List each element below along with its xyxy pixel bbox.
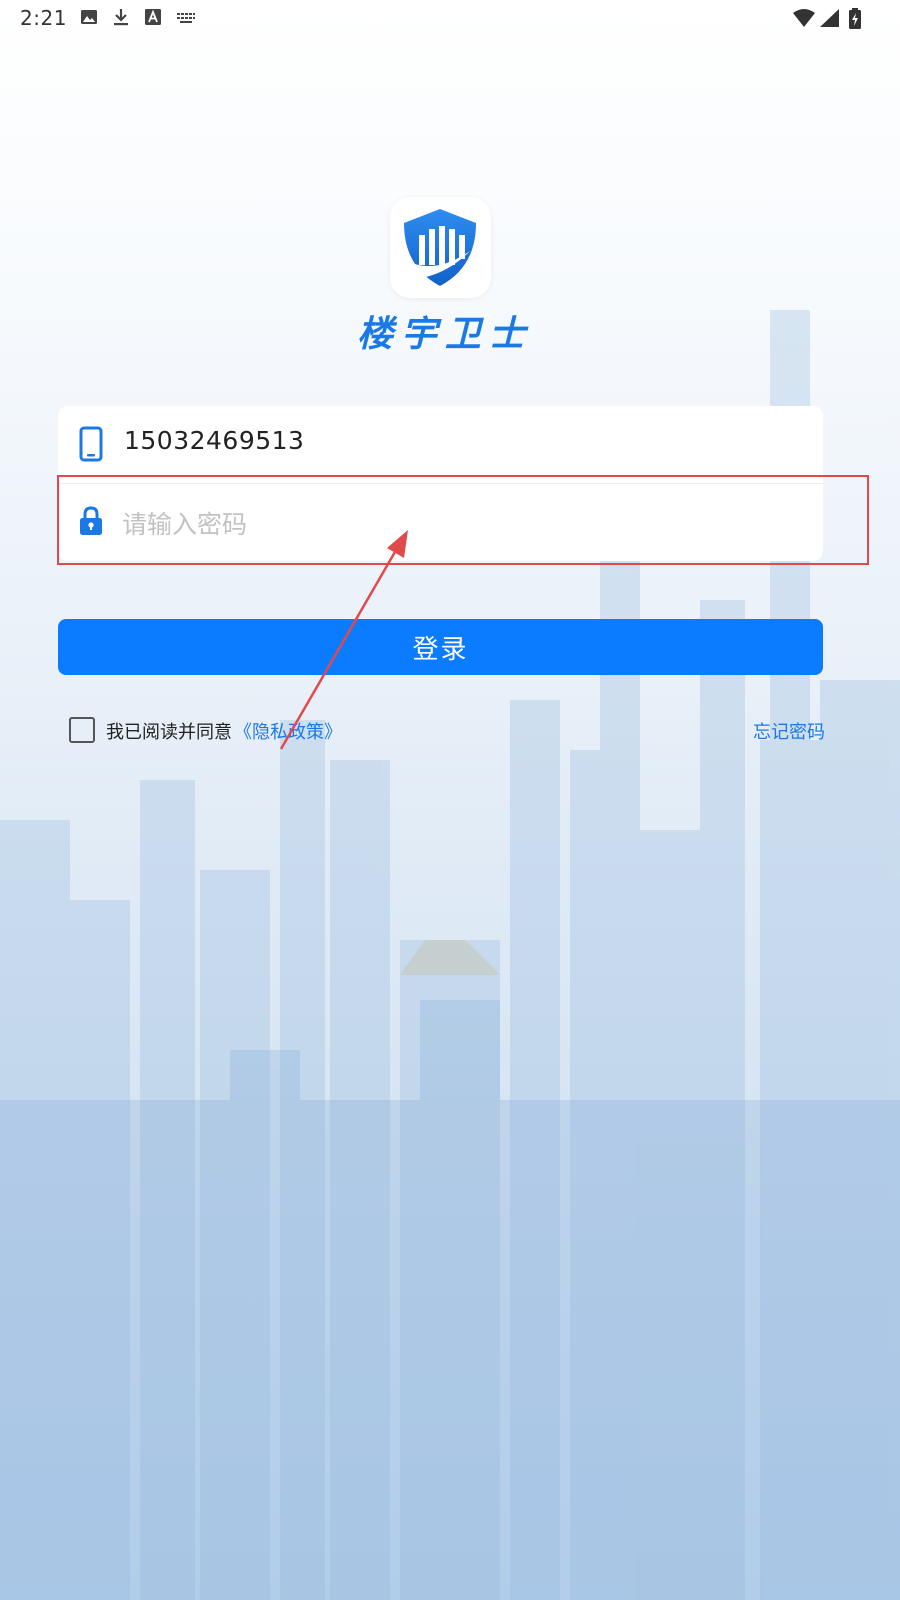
agree-checkbox[interactable] <box>69 717 95 743</box>
battery-charging-icon <box>849 8 861 29</box>
keyboard-icon <box>177 13 195 23</box>
status-bar: 2:21 <box>0 0 900 36</box>
shield-building-logo-icon <box>404 209 476 286</box>
annotation-highlight-box <box>57 475 869 565</box>
phone-field[interactable]: 15032469513 <box>124 426 304 455</box>
download-icon <box>114 9 128 26</box>
phone-icon <box>79 426 103 462</box>
status-time: 2:21 <box>20 6 67 30</box>
login-screen: 2:21 楼宇卫士 15032469513 登录 我已阅读并同意 《隐私政策》 … <box>0 0 900 1600</box>
wifi-icon <box>793 9 815 27</box>
image-icon <box>81 10 97 24</box>
login-button[interactable]: 登录 <box>58 619 823 675</box>
signal-icon <box>820 9 839 27</box>
privacy-policy-link[interactable]: 《隐私政策》 <box>234 718 342 744</box>
forgot-password-link[interactable]: 忘记密码 <box>753 718 825 744</box>
app-logo <box>390 197 491 298</box>
app-name: 楼宇卫士 <box>356 314 533 355</box>
agree-text: 我已阅读并同意 <box>106 722 232 743</box>
phone-row[interactable]: 15032469513 <box>58 406 823 484</box>
font-icon <box>145 9 161 25</box>
